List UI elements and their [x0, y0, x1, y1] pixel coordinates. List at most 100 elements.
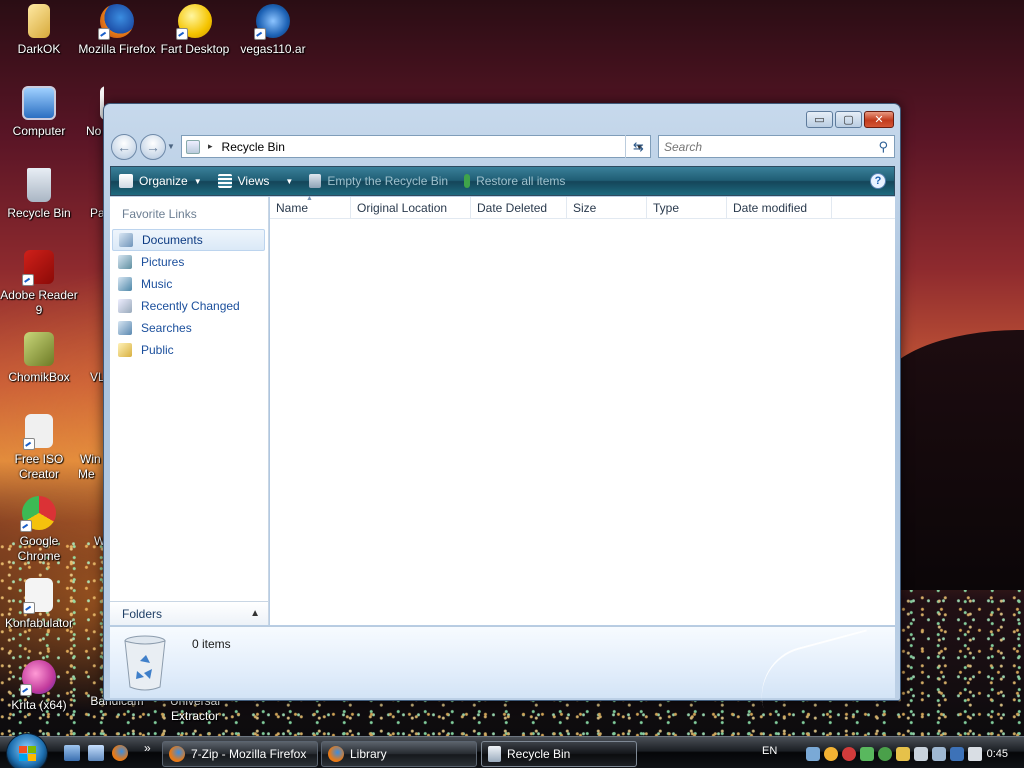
desktop-icon-recycle-bin[interactable]: Recycle Bin — [0, 168, 78, 221]
views-icon — [217, 174, 232, 188]
back-button[interactable]: ← — [111, 134, 137, 160]
quicklaunch-overflow-icon[interactable]: » — [144, 741, 151, 755]
recycle-bin-icon — [488, 746, 501, 762]
desktop-icon-label: Computer — [12, 124, 66, 138]
firefox-quicklaunch-icon[interactable] — [112, 745, 128, 761]
taskbar-button-library[interactable]: Library — [321, 741, 477, 767]
column-header-name[interactable]: ▲ Name — [270, 195, 351, 219]
taskbar: » 7-Zip - Mozilla Firefox Library Recycl… — [0, 733, 1024, 768]
refresh-button[interactable]: ⇆ — [625, 135, 651, 158]
breadcrumb-separator[interactable]: ▸ — [208, 141, 213, 152]
computer-icon — [22, 86, 56, 120]
recently-changed-icon — [118, 299, 132, 313]
desktop-icon-konfabulator[interactable]: Konfabulator — [0, 578, 78, 631]
breadcrumb-recycle-bin[interactable]: Recycle Bin — [222, 140, 285, 154]
column-header-date-deleted[interactable]: Date Deleted — [471, 197, 567, 219]
favorite-link-searches[interactable]: Searches — [112, 317, 265, 339]
desktop-icon-windows-media[interactable]: Win Me — [78, 414, 104, 482]
show-desktop-icon[interactable] — [64, 745, 80, 761]
desktop-icon-vegas[interactable]: vegas110.ar — [234, 4, 312, 57]
adobe-reader-icon — [22, 250, 54, 286]
favorite-link-music[interactable]: Music — [112, 273, 265, 295]
help-icon: ? — [874, 175, 882, 187]
favorite-link-public[interactable]: Public — [112, 339, 265, 361]
desktop-icon-label: Fart Desktop — [160, 42, 230, 56]
favorite-link-label: Pictures — [141, 255, 185, 269]
views-button[interactable]: Views ▼ — [217, 167, 293, 195]
organize-label: Organize — [139, 174, 188, 188]
desktop-icon-label: Win Me — [78, 452, 101, 481]
tray-device-icon[interactable] — [914, 747, 928, 761]
restore-all-items-label: Restore all items — [476, 174, 566, 188]
sort-indicator-icon: ▲ — [306, 195, 313, 202]
favorite-link-label: Recently Changed — [141, 299, 240, 313]
desktop-icon-notepad[interactable]: No — [78, 86, 104, 139]
desktop-icon-google-chrome[interactable]: Google Chrome — [0, 496, 78, 564]
konfabulator-icon — [23, 578, 53, 614]
tray-blocked-icon[interactable] — [842, 747, 856, 761]
search-icon[interactable]: ⚲ — [878, 139, 888, 155]
chrome-icon — [20, 496, 56, 532]
desktop-icon-free-iso-creator[interactable]: Free ISO Creator — [0, 414, 78, 482]
pictures-icon — [118, 255, 132, 269]
desktop-icon-computer[interactable]: Computer — [0, 86, 78, 139]
desktop-icon-darkok[interactable]: DarkOK — [0, 4, 78, 57]
app-icon — [82, 496, 104, 530]
tray-folder-icon[interactable] — [896, 747, 910, 761]
column-header-type[interactable]: Type — [647, 197, 727, 219]
folders-toggle[interactable]: Folders ▲ — [110, 601, 269, 625]
decorative-swoosh — [750, 629, 880, 709]
tray-user-icon[interactable] — [878, 747, 892, 761]
recycle-bin-icon — [309, 174, 322, 188]
maximize-button[interactable]: ▢ — [835, 111, 862, 128]
desktop-icon-krita[interactable]: Krita (x64) — [0, 660, 78, 713]
organize-button[interactable]: Organize ▼ — [119, 167, 202, 195]
desktop-icon-firefox[interactable]: Mozilla Firefox — [78, 4, 156, 57]
favorite-link-documents[interactable]: Documents — [112, 229, 265, 251]
minimize-button[interactable]: ▭ — [806, 111, 833, 128]
tray-monitor-icon[interactable] — [932, 747, 946, 761]
back-arrow-icon: ← — [117, 139, 131, 155]
tray-display-icon[interactable] — [950, 747, 964, 761]
tray-network-icon[interactable] — [860, 747, 874, 761]
column-header-date-modified[interactable]: Date modified — [727, 197, 832, 219]
search-box[interactable]: ⚲ — [658, 135, 895, 158]
shortcut-arrow-icon — [23, 602, 35, 614]
close-button[interactable]: ✕ — [864, 111, 894, 128]
language-indicator[interactable]: EN — [762, 745, 777, 757]
search-input[interactable] — [664, 139, 864, 154]
desktop-icon-label: ChomikBox — [8, 370, 70, 384]
taskbar-button-firefox[interactable]: 7-Zip - Mozilla Firefox — [162, 741, 318, 767]
clock[interactable]: 0:45 — [987, 748, 1008, 760]
taskbar-button-recycle-bin[interactable]: Recycle Bin — [481, 741, 637, 767]
chomikbox-icon — [24, 332, 54, 366]
tray-app-icon[interactable] — [806, 747, 820, 761]
favorite-link-label: Public — [141, 343, 174, 357]
start-button[interactable] — [6, 733, 48, 768]
recycle-bin-small-icon — [186, 139, 200, 154]
desktop-icon-partial[interactable]: Pa — [80, 168, 104, 221]
help-button[interactable]: ? — [870, 173, 886, 189]
favorite-link-label: Music — [141, 277, 173, 291]
column-header-original-location[interactable]: Original Location — [351, 197, 471, 219]
chevron-down-icon: ▼ — [193, 176, 202, 186]
volume-icon[interactable] — [968, 747, 982, 761]
iso-creator-icon — [23, 414, 53, 450]
desktop-icon-label: Recycle Bin — [7, 206, 71, 220]
recent-pages-dropdown[interactable]: ▼ — [167, 142, 175, 151]
desktop-icon-adobe-reader[interactable]: Adobe Reader 9 — [0, 250, 78, 318]
empty-recycle-bin-button[interactable]: Empty the Recycle Bin — [309, 167, 448, 195]
column-header-size[interactable]: Size — [567, 197, 647, 219]
favorite-link-pictures[interactable]: Pictures — [112, 251, 265, 273]
restore-all-items-button[interactable]: Restore all items — [464, 167, 565, 195]
desktop-icon-partial-w[interactable]: W — [82, 496, 104, 549]
tray-m-icon[interactable] — [824, 747, 838, 761]
desktop-icon-vlc[interactable]: VL — [80, 332, 104, 385]
desktop-icon-chomikbox[interactable]: ChomikBox — [0, 332, 78, 385]
desktop-icon-fart-desktop[interactable]: Fart Desktop — [156, 4, 234, 57]
address-bar[interactable]: ▸ Recycle Bin ▼ — [181, 135, 651, 158]
forward-button[interactable]: → — [140, 134, 166, 160]
favorite-link-recently-changed[interactable]: Recently Changed — [112, 295, 265, 317]
favorite-link-label: Documents — [142, 233, 203, 247]
switch-windows-icon[interactable] — [88, 745, 104, 761]
